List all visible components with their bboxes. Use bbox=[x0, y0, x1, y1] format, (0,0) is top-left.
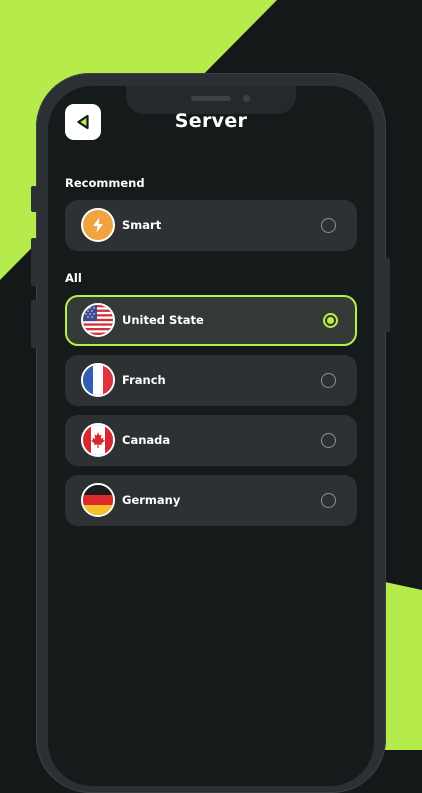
lightning-icon bbox=[81, 208, 115, 242]
server-label: Smart bbox=[122, 218, 162, 232]
server-row-smart[interactable]: Smart bbox=[65, 200, 357, 251]
section-label-all: All bbox=[65, 271, 82, 285]
phone-side-button bbox=[31, 186, 37, 212]
canada-flag-icon bbox=[81, 423, 115, 457]
server-label: Germany bbox=[122, 493, 181, 507]
phone-side-button bbox=[31, 238, 37, 286]
radio-selected-dot bbox=[327, 317, 334, 324]
france-flag-icon bbox=[81, 363, 115, 397]
phone-side-button bbox=[385, 258, 390, 332]
server-label: United State bbox=[122, 313, 204, 327]
section-label-recommend: Recommend bbox=[65, 176, 145, 190]
server-label: Franch bbox=[122, 373, 166, 387]
server-row-united-state[interactable]: United State bbox=[65, 295, 357, 346]
radio-button[interactable] bbox=[321, 493, 336, 508]
phone-speaker bbox=[191, 96, 231, 101]
server-row-franch[interactable]: Franch bbox=[65, 355, 357, 406]
phone-camera bbox=[243, 95, 250, 102]
phone-side-button bbox=[31, 300, 37, 348]
radio-button[interactable] bbox=[321, 433, 336, 448]
server-row-germany[interactable]: Germany bbox=[65, 475, 357, 526]
server-label: Canada bbox=[122, 433, 171, 447]
germany-flag-icon bbox=[81, 483, 115, 517]
page-title: Server bbox=[174, 110, 248, 132]
radio-button[interactable] bbox=[323, 313, 338, 328]
us-flag-icon bbox=[81, 303, 115, 337]
radio-button[interactable] bbox=[321, 218, 336, 233]
server-row-canada[interactable]: Canada bbox=[65, 415, 357, 466]
radio-button[interactable] bbox=[321, 373, 336, 388]
